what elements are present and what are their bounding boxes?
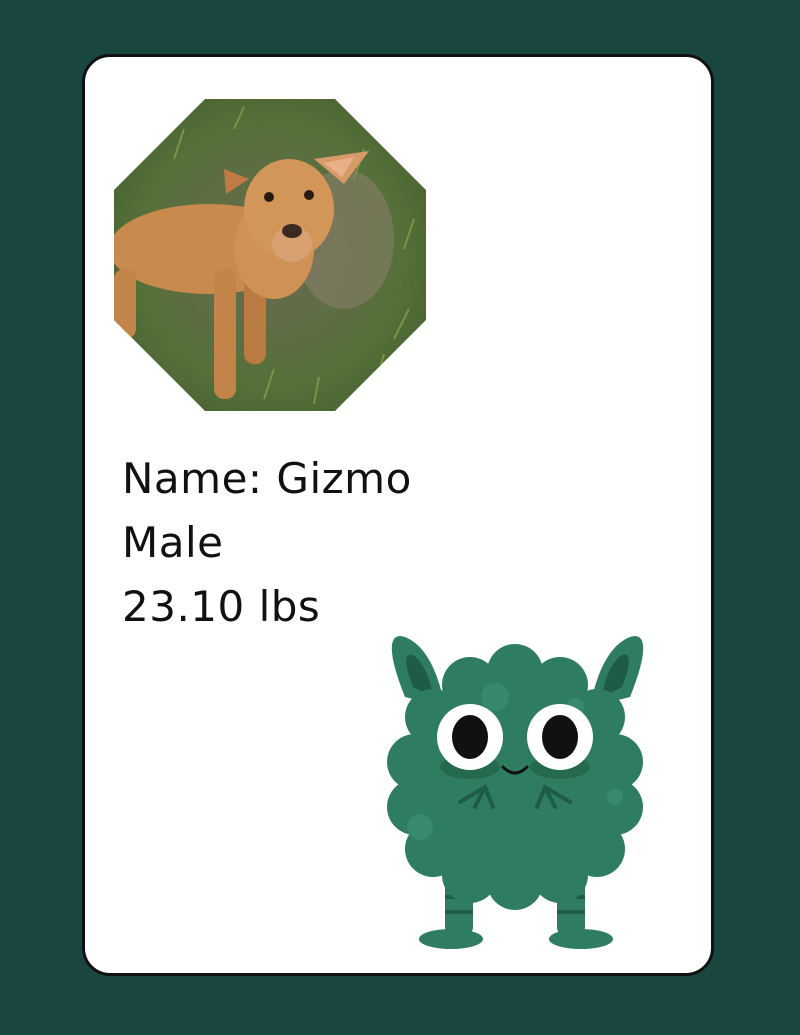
dog-photo [114,99,426,411]
pet-info: Name: Gizmo Male 23.10 lbs [122,447,412,639]
pet-weight: 23.10 lbs [122,582,321,631]
green-monster-illustration [387,636,644,949]
pet-card: Name: Gizmo Male 23.10 lbs [82,54,714,976]
pet-sex: Male [122,518,224,567]
pet-name: Name: Gizmo [122,454,412,503]
page-background: { "pet_card": { "name_line": "Name: Gizm… [0,0,800,1035]
